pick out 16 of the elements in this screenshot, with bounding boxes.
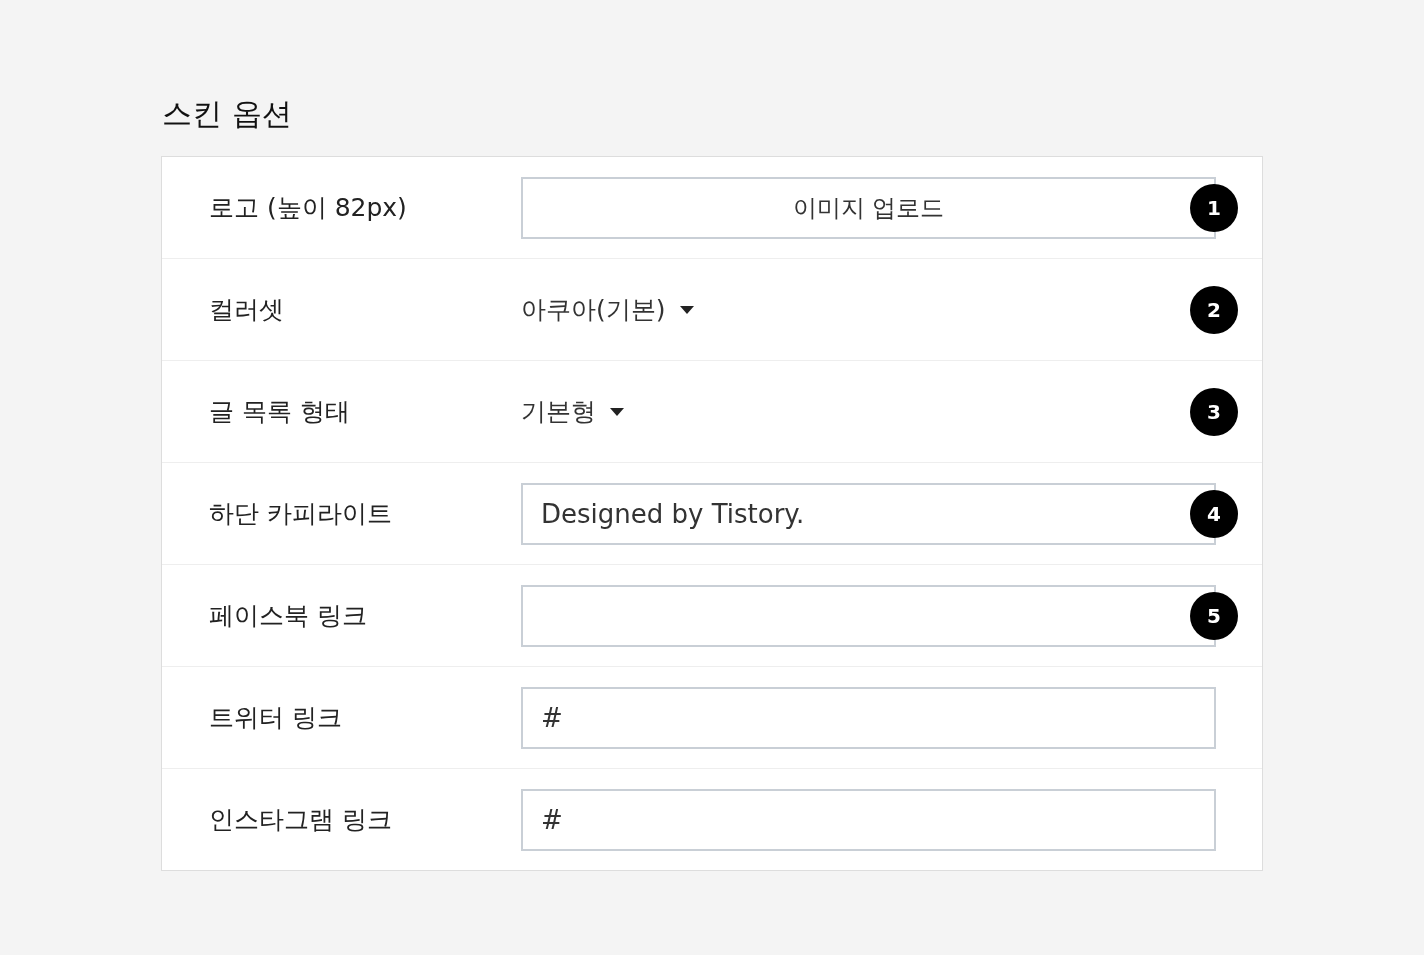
input-field[interactable]: # [521,788,1216,851]
option-label: 글 목록 형태 [209,396,351,428]
number-badge: 3 [1190,387,1238,436]
section-title: 스킨 옵션 [162,95,293,133]
input-field[interactable]: # [521,686,1216,749]
dropdown-select[interactable]: 아쿠아(기본) [521,293,666,326]
option-label: 로고 (높이 82px) [209,192,408,224]
option-label: 인스타그램 링크 [209,804,393,836]
option-label: 트위터 링크 [209,702,343,734]
caret-icon[interactable] [679,305,694,314]
caret-icon[interactable] [610,407,624,416]
number-badge: 2 [1190,285,1238,334]
option-label: 페이스북 링크 [209,600,368,632]
option-label: 하단 카피라이트 [209,498,393,530]
option-label: 컬러셋 [209,294,285,326]
dropdown-select[interactable]: 기본형 [521,395,596,428]
